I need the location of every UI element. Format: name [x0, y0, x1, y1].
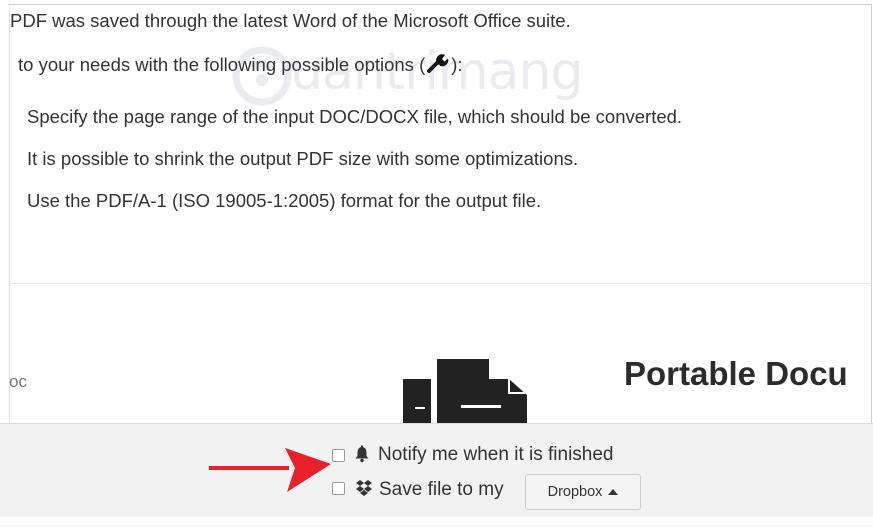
cloud-service-dropdown-label: Dropbox: [547, 484, 603, 500]
target-format-heading: Portable Docu: [624, 355, 848, 392]
dropbox-icon: [356, 480, 372, 496]
content-frame-top-border: [8, 4, 872, 5]
wrench-icon[interactable]: [426, 53, 450, 73]
watermark-emblem-icon: [232, 46, 292, 106]
intro-line-2: to your needs with the following possibl…: [18, 53, 463, 76]
options-footer-bar: [0, 423, 873, 527]
section-divider: [10, 283, 872, 284]
notify-checkbox[interactable]: [332, 449, 345, 462]
content-frame-left-border: [9, 4, 10, 424]
source-format-label: oc: [9, 372, 27, 391]
option-page-range: Specify the page range of the input DOC/…: [27, 106, 683, 127]
option-pdfa-format: Use the PDF/A-1 (ISO 19005-1:2005) forma…: [27, 190, 542, 211]
intro-line-2-suffix: ):: [451, 54, 463, 75]
option-shrink-pdf: It is possible to shrink the output PDF …: [27, 148, 579, 169]
document-conversion-icon: [403, 359, 527, 425]
intro-line-2-text: to your needs with the following possibl…: [18, 54, 426, 75]
cloud-service-dropdown-button[interactable]: Dropbox: [525, 474, 641, 510]
caret-up-icon: [608, 489, 619, 495]
footer-bottom-edge: [0, 517, 873, 526]
intro-line-1: PDF was saved through the latest Word of…: [10, 10, 571, 31]
watermark-logo: uantrimang: [228, 36, 588, 116]
bell-icon: [355, 445, 369, 463]
save-to-cloud-label[interactable]: Save file to my: [379, 479, 504, 501]
content-frame-right-border: [871, 4, 872, 424]
red-arrow-annotation: [209, 448, 331, 492]
notify-label[interactable]: Notify me when it is finished: [378, 444, 614, 466]
save-to-cloud-checkbox[interactable]: [332, 482, 345, 495]
